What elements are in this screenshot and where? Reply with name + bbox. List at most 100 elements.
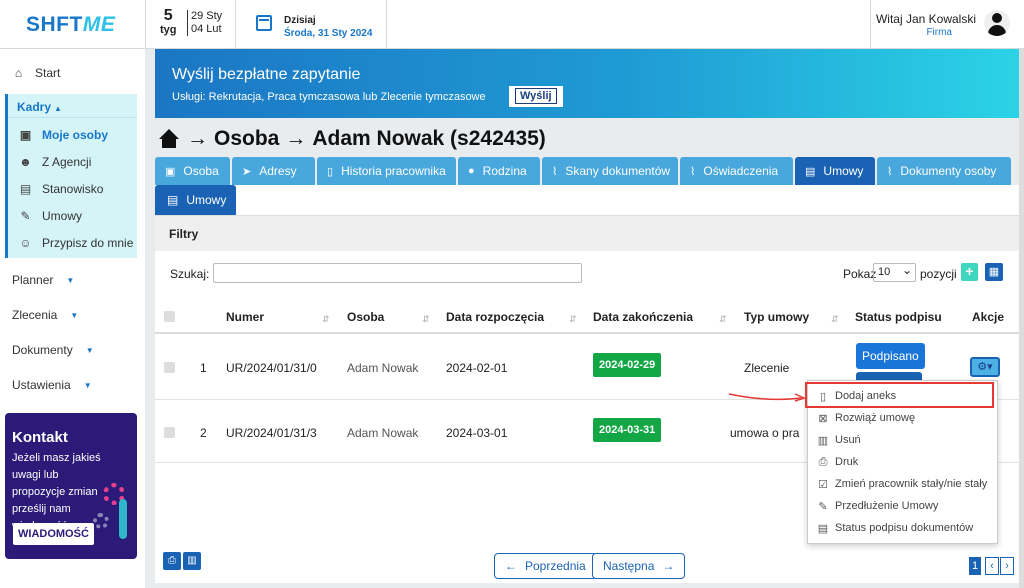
book-icon: ▤ — [805, 165, 816, 178]
app-logo[interactable]: SHFTME — [26, 13, 115, 37]
menu-item-zmien-pracownik[interactable]: ☑ Zmień pracownik stały/nie stały — [808, 473, 999, 495]
annotation-arrow — [728, 393, 807, 402]
avatar[interactable] — [984, 10, 1010, 36]
column-header-data-rozpoczecia[interactable]: Data rozpoczęcia — [446, 310, 544, 324]
paperclip-icon: ⌇ — [552, 165, 558, 178]
sidebar-section-kadry — [5, 94, 137, 258]
caret-down-icon: ▼ — [85, 345, 94, 355]
sidebar-item-label: Stanowisko — [42, 182, 104, 196]
page-number[interactable]: 1 — [969, 557, 981, 575]
filters-label: Filtry — [169, 227, 199, 241]
row-number: 2 — [200, 426, 207, 440]
select-all-checkbox[interactable] — [164, 311, 175, 322]
check-square-icon: ☑ — [818, 478, 828, 491]
sort-icon[interactable]: ⇵ — [719, 314, 727, 325]
sidebar-item-label: Dokumenty — [12, 343, 73, 357]
home-icon: ⌂ — [14, 66, 23, 80]
prev-label: Poprzednia — [525, 559, 586, 573]
tab-umowy[interactable]: ▤ Umowy — [795, 157, 875, 185]
menu-item-rozwiaz[interactable]: ⊠ Rozwiąż umowę — [808, 407, 999, 429]
tab-historia[interactable]: ▯ Historia pracownika — [317, 157, 456, 185]
sort-icon[interactable]: ⇵ — [569, 314, 577, 325]
tab-rodzina[interactable]: ● Rodzina — [458, 157, 540, 185]
week-end: 04 Lut — [191, 23, 222, 35]
sidebar-item-label: Moje osoby — [42, 128, 109, 142]
add-button[interactable]: + — [961, 263, 978, 281]
prev-page-button[interactable]: ← Poprzednia — [494, 553, 597, 579]
sidebar-item-label: Start — [35, 66, 61, 80]
row-checkbox[interactable] — [164, 427, 175, 438]
column-header-osoba[interactable]: Osoba — [347, 310, 384, 324]
column-header-status-podpisu[interactable]: Status podpisu — [855, 310, 942, 324]
column-header-typ-umowy[interactable]: Typ umowy — [744, 310, 809, 324]
tab-osoba[interactable]: ▣ Osoba — [155, 157, 230, 185]
file-signature-icon: ✎ — [20, 209, 31, 223]
sidebar-item-planner[interactable]: Planner ▼ — [12, 273, 74, 287]
menu-item-przedluzenie[interactable]: ✎ Przedłużenie Umowy — [808, 495, 999, 517]
caret-down-icon: ▼ — [70, 310, 79, 320]
week-start: 29 Sty — [191, 10, 223, 22]
tab-label: Rodzina — [482, 164, 527, 178]
column-header-numer[interactable]: Numer — [226, 310, 264, 324]
week-indicator: 5 tyg — [160, 8, 177, 37]
page-next-arrow[interactable]: › — [1000, 557, 1014, 575]
sidebar-item-zlecenia[interactable]: Zlecenia ▼ — [12, 308, 78, 322]
tab-adresy[interactable]: ➤ Adresy — [232, 157, 315, 185]
tab-bar: ▣ Osoba ➤ Adresy ▯ Historia pracownika ● Rod… — [155, 157, 1011, 185]
sort-icon[interactable]: ⇵ — [831, 314, 839, 325]
menu-item-druk[interactable]: ⎙ Druk — [808, 451, 999, 473]
next-page-button[interactable]: Następna → — [592, 553, 686, 579]
file-signature-icon: ✎ — [818, 500, 828, 513]
sort-icon[interactable]: ⇵ — [422, 314, 430, 325]
scrollbar[interactable] — [1019, 49, 1024, 588]
search-label: Szukaj: — [170, 267, 210, 281]
menu-item-label: Zmień pracownik stały/nie stały — [835, 478, 988, 490]
print-icon: ⎙ — [818, 455, 828, 468]
column-header-data-zakonczenia[interactable]: Data zakończenia — [593, 310, 693, 324]
divider — [8, 117, 137, 118]
book-icon: ▤ — [19, 182, 32, 196]
sidebar-item-przypisz[interactable]: ☺ Przypisz do mnie — [19, 236, 133, 250]
filters-bar[interactable]: Filtry — [155, 215, 1019, 251]
start-date: 2024-02-01 — [446, 361, 508, 375]
table-header: Numer ⇵ Osoba ⇵ Data rozpoczęcia ⇵ Data … — [155, 296, 1019, 334]
person-name: Adam Nowak — [347, 361, 419, 375]
sort-icon[interactable]: ⇵ — [322, 314, 330, 325]
pagesize-select[interactable]: 10 — [873, 263, 916, 282]
sidebar-item-label: Ustawienia — [12, 378, 71, 392]
tab-label: Dokumenty osoby — [900, 164, 997, 178]
map-button[interactable]: ▥ — [183, 552, 201, 570]
sidebar-item-umowy[interactable]: ✎ Umowy — [19, 209, 82, 223]
user-info[interactable]: Witaj Jan Kowalski Firma — [876, 12, 976, 40]
actions-gear-button[interactable]: ⚙▾ — [970, 357, 1000, 377]
sidebar-item-ustawienia[interactable]: Ustawienia ▼ — [12, 378, 92, 392]
calendar-icon — [256, 15, 272, 31]
tab-dokumenty-osoby[interactable]: ⌇ Dokumenty osoby — [877, 157, 1011, 185]
row-checkbox[interactable] — [164, 362, 175, 373]
location-arrow-icon: ➤ — [242, 165, 252, 178]
subtab-umowy[interactable]: ▤ Umowy — [155, 185, 236, 215]
tab-skany[interactable]: ⌇ Skany dokumentów — [542, 157, 678, 185]
file-icon: ▯ — [327, 165, 334, 178]
menu-item-status-podpisu[interactable]: ▤ Status podpisu dokumentów — [808, 517, 999, 539]
sidebar-item-stanowisko[interactable]: ▤ Stanowisko — [19, 182, 104, 196]
home-icon[interactable] — [157, 129, 181, 149]
arrow-right-icon: → — [662, 559, 675, 573]
sidebar-item-moje-osoby[interactable]: ▣ Moje osoby — [19, 128, 108, 142]
sidebar-item-start[interactable]: ⌂ Start — [12, 66, 60, 80]
search-input[interactable] — [213, 263, 582, 283]
sidebar-item-kadry[interactable]: Kadry ▲ — [17, 100, 62, 114]
tab-oswiadczenia[interactable]: ⌇ Oświadczenia — [680, 157, 793, 185]
send-button[interactable]: Wyślij — [509, 86, 563, 107]
tab-label: Skany dokumentów — [565, 164, 671, 178]
columns-button[interactable]: ▦ — [985, 263, 1003, 281]
breadcrumb-osoba[interactable]: Osoba — [214, 127, 279, 151]
sidebar-item-dokumenty[interactable]: Dokumenty ▼ — [12, 343, 94, 357]
menu-item-usun[interactable]: ▥ Usuń — [808, 429, 999, 451]
sidebar-item-label: Planner — [12, 273, 54, 287]
message-button[interactable]: WIADOMOŚĆ — [13, 523, 94, 545]
print-button[interactable]: ⎙ — [163, 552, 181, 570]
sidebar-item-z-agencji[interactable]: ☻ Z Agencji — [19, 155, 91, 169]
divider — [870, 0, 871, 49]
page-prev-arrow[interactable]: ‹ — [985, 557, 999, 575]
